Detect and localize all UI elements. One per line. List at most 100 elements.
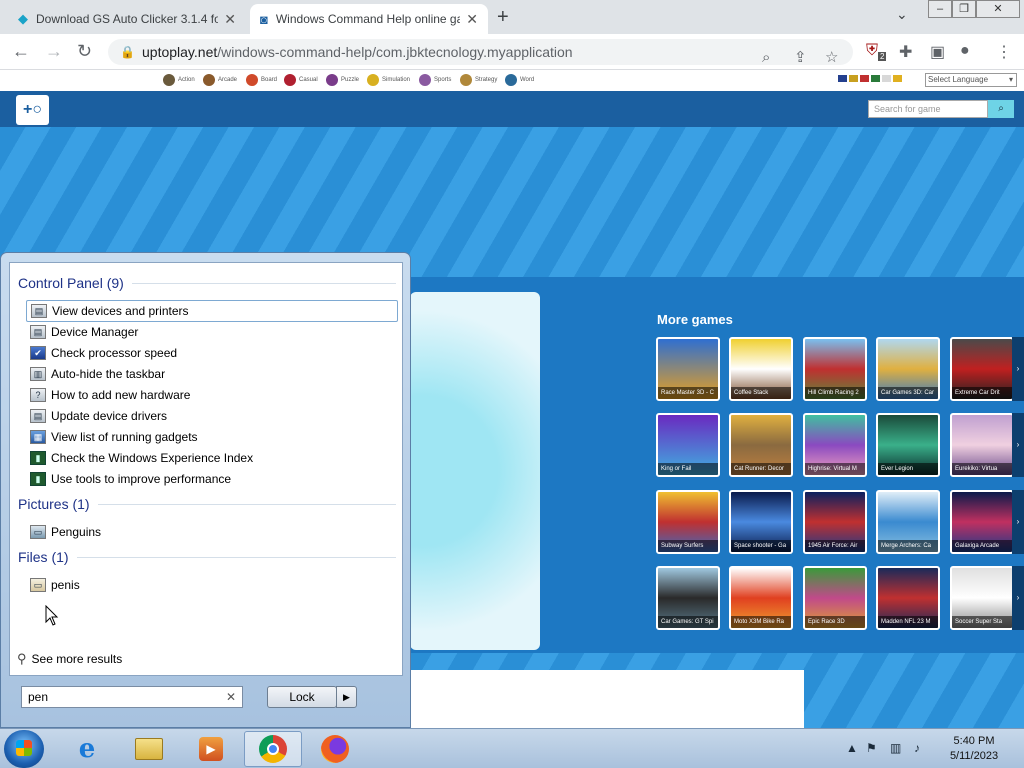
clear-search-icon[interactable]: ✕ (226, 687, 236, 707)
menu-dots-icon[interactable]: ⋮ (996, 42, 1012, 62)
new-tab-button[interactable]: + (497, 6, 509, 29)
result-view-devices-printers[interactable]: ▤ View devices and printers (26, 300, 398, 322)
extension-shield-icon[interactable]: ⛨ 2 (866, 42, 887, 62)
minimize-button[interactable]: – (928, 0, 952, 18)
taskbar-firefox[interactable] (306, 731, 364, 767)
category-sports[interactable]: Sports (419, 74, 451, 86)
game-thumb[interactable]: Ever Legion (876, 413, 940, 477)
result-device-manager[interactable]: ▤ Device Manager (26, 321, 398, 343)
category-strategy[interactable]: Strategy (460, 74, 497, 86)
game-thumb[interactable]: Moto X3M Bike Ra (729, 566, 793, 630)
result-auto-hide-taskbar[interactable]: ▥ Auto-hide the taskbar (26, 363, 398, 385)
game-thumb[interactable]: Subway Surfers (656, 490, 720, 554)
result-experience-index[interactable]: ▮ Check the Windows Experience Index (26, 447, 398, 469)
game-thumb[interactable]: Race Master 3D - C (656, 337, 720, 401)
game-thumb[interactable]: 1945 Air Force: Air (803, 490, 867, 554)
section-control-panel[interactable]: Control Panel (9) (18, 275, 396, 291)
network-icon[interactable]: ▥ (890, 741, 901, 755)
back-icon[interactable]: ← (12, 41, 30, 62)
category-board[interactable]: Board (246, 74, 277, 86)
more-games-next-arrow[interactable]: › (1012, 413, 1024, 477)
lock-button[interactable]: Lock (267, 686, 337, 708)
tab-gs-auto-clicker[interactable]: ◆ Download GS Auto Clicker 3.1.4 for ✕ (8, 4, 246, 34)
zoom-icon[interactable]: ⌕ (762, 45, 770, 71)
taskbar-chrome[interactable] (244, 731, 302, 767)
close-icon[interactable]: ✕ (224, 11, 236, 28)
system-clock[interactable]: 5:40 PM 5/11/2023 (935, 734, 1013, 764)
window-close-button[interactable]: ✕ (976, 0, 1020, 18)
game-thumb[interactable]: Cat Runner: Decor (729, 413, 793, 477)
game-thumb[interactable]: Car Games: GT Spi (656, 566, 720, 630)
profile-avatar-icon[interactable]: ● (960, 42, 970, 60)
extensions-puzzle-icon[interactable]: ✚ (899, 42, 912, 62)
game-title: 1945 Air Force: Air (805, 540, 865, 552)
show-hidden-icons-chevron-icon[interactable]: ▲ (846, 741, 858, 755)
forward-icon[interactable]: → (45, 41, 63, 62)
game-thumb[interactable]: Highrise: Virtual M (803, 413, 867, 477)
game-thumb[interactable]: Soccer Super Sta (950, 566, 1014, 630)
flag-ru-icon[interactable] (882, 75, 891, 82)
start-search-input[interactable]: pen ✕ (21, 686, 243, 708)
search-results-pane: Control Panel (9) ▤ View devices and prin… (9, 262, 403, 676)
bookmark-star-icon[interactable]: ☆ (825, 45, 838, 71)
more-games-next-arrow[interactable]: › (1012, 337, 1024, 401)
category-action[interactable]: Action (163, 74, 195, 86)
category-icon (326, 74, 338, 86)
game-thumb[interactable]: Extreme Car Drit (950, 337, 1014, 401)
game-thumb[interactable]: Hill Climb Racing 2 (803, 337, 867, 401)
taskbar-file-explorer[interactable] (120, 731, 178, 767)
game-thumb[interactable]: Merge Archers: Ca (876, 490, 940, 554)
game-thumb[interactable]: Epic Race 3D (803, 566, 867, 630)
category-puzzle[interactable]: Puzzle (326, 74, 359, 86)
close-icon[interactable]: ✕ (466, 11, 478, 28)
result-improve-performance[interactable]: ▮ Use tools to improve performance (26, 468, 398, 490)
game-frame[interactable] (410, 292, 540, 650)
flag-pt-icon[interactable] (871, 75, 880, 82)
category-arcade[interactable]: Arcade (203, 74, 237, 86)
site-logo[interactable]: +○ (16, 95, 49, 125)
reload-icon[interactable]: ↻ (77, 41, 92, 62)
taskbar-media-player[interactable]: ▶ (182, 731, 240, 767)
result-running-gadgets[interactable]: ▦ View list of running gadgets (26, 426, 398, 448)
section-pictures[interactable]: Pictures (1) (18, 496, 396, 512)
flag-es-icon[interactable] (893, 75, 902, 82)
category-simulation[interactable]: Simulation (367, 74, 410, 86)
game-thumb[interactable]: Coffee Stack (729, 337, 793, 401)
share-icon[interactable]: ⇪ (794, 45, 807, 71)
language-flags[interactable] (838, 75, 902, 82)
more-games-next-arrow[interactable]: › (1012, 490, 1024, 554)
search-icon[interactable]: ⌕ (988, 100, 1014, 118)
chevron-down-icon[interactable]: ⌄ (896, 6, 908, 23)
restore-button[interactable]: ❐ (952, 0, 976, 18)
power-options-arrow-button[interactable]: ▶ (336, 686, 357, 708)
flag-uk-icon[interactable] (838, 75, 847, 82)
action-center-flag-icon[interactable]: ⚑ (866, 741, 877, 755)
game-thumb[interactable]: Madden NFL 23 M (876, 566, 940, 630)
result-file[interactable]: ▭ penis (26, 574, 398, 596)
category-casual[interactable]: Casual (284, 74, 318, 86)
side-panel-icon[interactable]: ▣ (930, 42, 945, 62)
see-more-results-link[interactable]: ⚲ See more results (17, 651, 122, 667)
flag-de-icon[interactable] (849, 75, 858, 82)
result-penguins[interactable]: ▭ Penguins (26, 521, 398, 543)
category-word[interactable]: Word (505, 74, 534, 86)
game-title: Eurekiko: Virtua (952, 463, 1012, 475)
game-thumb[interactable]: Car Games 3D: Car (876, 337, 940, 401)
more-games-next-arrow[interactable]: › (1012, 566, 1024, 630)
start-button[interactable] (4, 730, 44, 768)
result-add-new-hardware[interactable]: ? How to add new hardware (26, 384, 398, 406)
language-select[interactable]: Select Language ▾ (925, 73, 1017, 87)
address-bar[interactable]: 🔒 uptoplay.net/windows-command-help/com.… (108, 39, 853, 66)
game-thumb[interactable]: King or Fail (656, 413, 720, 477)
game-thumb[interactable]: Space shooter - Ga (729, 490, 793, 554)
game-thumb[interactable]: Galaxiga Arcade (950, 490, 1014, 554)
result-check-processor-speed[interactable]: ✔ Check processor speed (26, 342, 398, 364)
flag-it-icon[interactable] (860, 75, 869, 82)
taskbar-internet-explorer[interactable]: e (58, 731, 116, 767)
result-update-device-drivers[interactable]: ▤ Update device drivers (26, 405, 398, 427)
section-files[interactable]: Files (1) (18, 549, 396, 565)
game-thumb[interactable]: Eurekiko: Virtua (950, 413, 1014, 477)
volume-icon[interactable]: ♪ (914, 741, 920, 755)
tab-windows-command-help[interactable]: ◙ Windows Command Help online gar ✕ (250, 4, 488, 34)
site-search-input[interactable]: Search for game (868, 100, 988, 118)
